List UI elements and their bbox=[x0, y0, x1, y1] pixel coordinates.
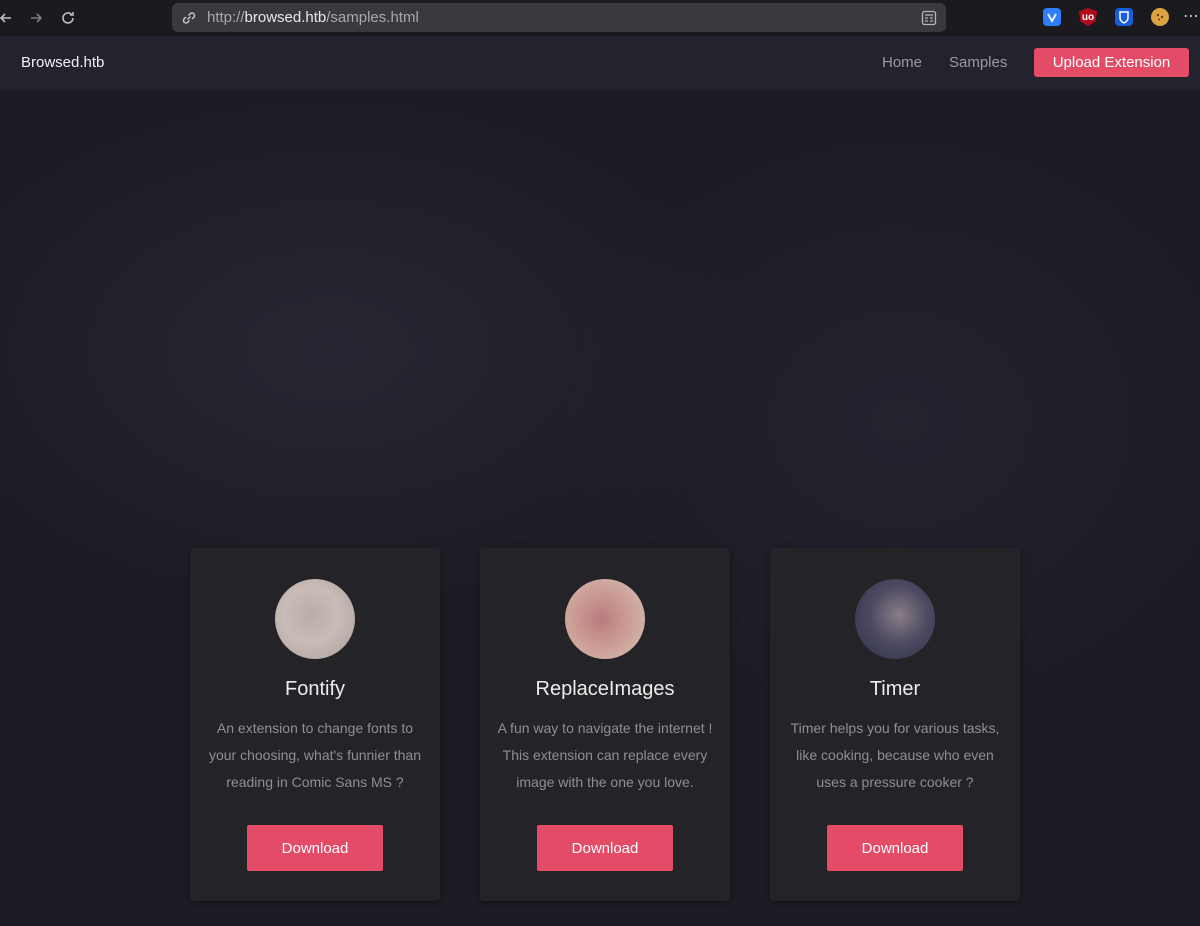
sample-card-replaceimages: ReplaceImages A fun way to navigate the … bbox=[480, 548, 730, 901]
link-icon bbox=[180, 9, 198, 27]
card-title: Fontify bbox=[284, 678, 346, 700]
url-host: browsed.htb bbox=[244, 9, 327, 26]
card-description: A fun way to navigate the internet ! Thi… bbox=[497, 720, 713, 790]
download-button-fontify[interactable]: Download bbox=[247, 825, 383, 871]
sample-card-fontify: Fontify An extension to change fonts to … bbox=[190, 548, 440, 901]
reload-icon[interactable] bbox=[56, 6, 80, 30]
ublock-origin-icon[interactable]: uo bbox=[1079, 8, 1097, 26]
sample-card-timer: Timer Timer helps you for various tasks,… bbox=[770, 548, 1020, 901]
back-arrow-icon[interactable] bbox=[0, 6, 18, 30]
download-button-timer[interactable]: Download bbox=[827, 825, 963, 871]
cookie-extension-icon[interactable] bbox=[1151, 8, 1169, 26]
fontify-thumbnail bbox=[275, 579, 355, 659]
card-title: ReplaceImages bbox=[535, 678, 675, 700]
bitwarden-icon[interactable] bbox=[1115, 8, 1133, 26]
overflow-menu-icon[interactable]: ⋯ bbox=[1183, 6, 1200, 26]
card-description: Timer helps you for various tasks, like … bbox=[790, 720, 1000, 790]
nav-link-samples[interactable]: Samples bbox=[949, 54, 1007, 71]
replaceimages-thumbnail bbox=[565, 579, 645, 659]
site-navbar: Browsed.htb Home Samples Upload Extensio… bbox=[0, 36, 1200, 90]
url-scheme: http:// bbox=[207, 9, 245, 26]
download-button-replaceimages[interactable]: Download bbox=[537, 825, 673, 871]
card-description: An extension to change fonts to your cho… bbox=[208, 720, 422, 790]
nav-link-home[interactable]: Home bbox=[882, 54, 922, 71]
url-text: http://browsed.htb/samples.html bbox=[207, 9, 419, 26]
forward-arrow-icon[interactable] bbox=[24, 6, 48, 30]
reader-view-icon[interactable] bbox=[921, 10, 937, 26]
url-bar[interactable]: http://browsed.htb/samples.html bbox=[172, 3, 946, 32]
upload-extension-button[interactable]: Upload Extension bbox=[1034, 48, 1189, 77]
url-path: /samples.html bbox=[326, 9, 419, 26]
timer-thumbnail bbox=[855, 579, 935, 659]
site-brand[interactable]: Browsed.htb bbox=[21, 54, 104, 71]
card-title: Timer bbox=[869, 678, 921, 700]
vpn-extension-icon[interactable] bbox=[1043, 8, 1061, 26]
browser-toolbar: http://browsed.htb/samples.html uo ⋯ bbox=[0, 0, 1200, 36]
